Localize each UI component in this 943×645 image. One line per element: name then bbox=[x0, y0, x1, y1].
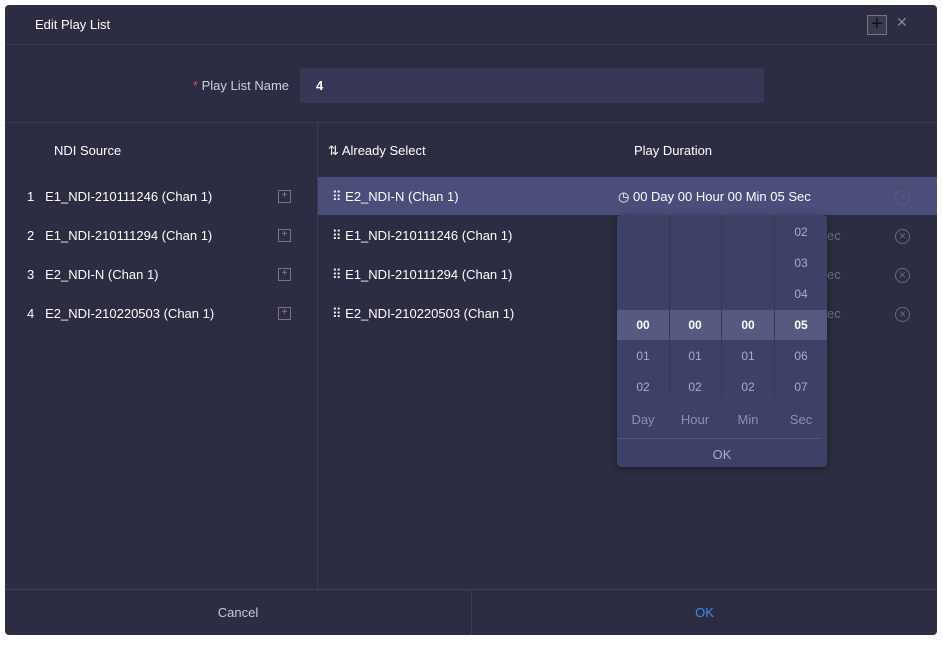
index: 4 bbox=[27, 306, 35, 321]
cancel-button[interactable]: Cancel bbox=[5, 590, 471, 635]
hour-column[interactable]: 00 01 02 bbox=[669, 215, 722, 397]
sec-column[interactable]: 02 03 04 05 06 07 bbox=[775, 215, 827, 397]
playlist-name-label: * Play List Name bbox=[155, 78, 289, 93]
duration-picker: 00 01 02 00 01 02 00 01 02 02 03 04 05 0… bbox=[617, 215, 827, 467]
item-name: E1_NDI-210111294 (Chan 1) bbox=[345, 267, 513, 282]
picker-value[interactable]: 05 bbox=[775, 318, 827, 332]
index: 1 bbox=[27, 189, 35, 204]
unit-label: Min bbox=[737, 412, 759, 427]
source-item[interactable]: 2 E1_NDI-210111294 (Chan 1) bbox=[27, 228, 212, 243]
picker-value[interactable]: 06 bbox=[775, 349, 827, 363]
ndi-source-header: NDI Source bbox=[54, 143, 122, 158]
index: 3 bbox=[27, 267, 35, 282]
ok-button[interactable]: OK bbox=[472, 590, 937, 635]
picker-value[interactable]: 01 bbox=[669, 349, 721, 363]
drag-handle-icon[interactable]: ⠿ bbox=[332, 228, 342, 243]
source-item[interactable]: 3 E2_NDI-N (Chan 1) bbox=[27, 267, 159, 282]
clock-icon: ◷ bbox=[618, 189, 630, 204]
add-icon[interactable]: + bbox=[278, 307, 291, 320]
picker-value[interactable]: 02 bbox=[617, 380, 669, 394]
item-name: E2_NDI-210220503 (Chan 1) bbox=[345, 306, 515, 321]
maximize-icon[interactable]: + bbox=[867, 14, 887, 35]
duration-text: ec bbox=[827, 228, 841, 243]
drag-handle-icon[interactable]: ⠿ bbox=[332, 189, 342, 204]
sort-icon: ⇅ bbox=[328, 143, 339, 158]
selected-item[interactable]: ⠿ E1_NDI-210111246 (Chan 1) bbox=[332, 228, 512, 244]
add-icon[interactable]: + bbox=[278, 190, 291, 203]
unit-label: Sec bbox=[789, 412, 813, 427]
picker-value[interactable]: 01 bbox=[617, 349, 669, 363]
edit-playlist-dialog: Edit Play List + ✕ * Play List Name 4 ND… bbox=[5, 5, 937, 635]
drag-handle-icon[interactable]: ⠿ bbox=[332, 306, 342, 321]
close-icon[interactable]: ✕ bbox=[896, 14, 908, 31]
source-name: E1_NDI-210111294 (Chan 1) bbox=[45, 228, 213, 243]
remove-icon[interactable]: ✕ bbox=[895, 229, 910, 244]
item-name: E2_NDI-N (Chan 1) bbox=[345, 189, 459, 204]
remove-icon[interactable]: ✕ bbox=[895, 190, 910, 205]
dialog-title: Edit Play List bbox=[35, 17, 111, 32]
add-icon[interactable]: + bbox=[278, 229, 291, 242]
source-item[interactable]: 4 E2_NDI-210220503 (Chan 1) bbox=[27, 306, 214, 321]
source-name: E2_NDI-210220503 (Chan 1) bbox=[45, 306, 215, 321]
picker-value[interactable]: 00 bbox=[617, 318, 669, 332]
picker-value[interactable]: 02 bbox=[775, 225, 827, 239]
source-name: E1_NDI-210111246 (Chan 1) bbox=[45, 189, 213, 204]
required-mark: * bbox=[192, 78, 198, 93]
picker-value[interactable]: 07 bbox=[775, 380, 827, 394]
picker-value[interactable]: 02 bbox=[669, 380, 721, 394]
drag-handle-icon[interactable]: ⠿ bbox=[332, 267, 342, 282]
selected-item[interactable]: ⠿ E1_NDI-210111294 (Chan 1) bbox=[332, 267, 512, 283]
duration-text: 00 Day 00 Hour 00 Min 05 Sec bbox=[632, 189, 811, 204]
source-item[interactable]: 1 E1_NDI-210111246 (Chan 1) bbox=[27, 189, 212, 204]
divider bbox=[617, 438, 820, 439]
remove-icon[interactable]: ✕ bbox=[895, 307, 910, 322]
picker-value[interactable]: 00 bbox=[669, 318, 721, 332]
picker-value[interactable]: 04 bbox=[775, 287, 827, 301]
min-column[interactable]: 00 01 02 bbox=[722, 215, 775, 397]
already-select-header[interactable]: ⇅ Already Select bbox=[328, 143, 426, 159]
add-icon[interactable]: + bbox=[278, 268, 291, 281]
day-column[interactable]: 00 01 02 bbox=[617, 215, 670, 397]
selected-item[interactable]: ⠿ E2_NDI-210220503 (Chan 1) bbox=[332, 306, 514, 322]
picker-value[interactable]: 03 bbox=[775, 256, 827, 270]
picker-ok-button[interactable]: OK bbox=[617, 447, 827, 462]
picker-value[interactable]: 02 bbox=[722, 380, 774, 394]
duration-text: ec bbox=[827, 267, 841, 282]
play-duration-header: Play Duration bbox=[634, 143, 713, 158]
divider bbox=[5, 44, 937, 45]
index: 2 bbox=[27, 228, 35, 243]
selected-item[interactable]: ⠿ E2_NDI-N (Chan 1) bbox=[332, 189, 459, 205]
label-text: Play List Name bbox=[201, 78, 289, 93]
dialog-footer: Cancel OK bbox=[5, 589, 937, 635]
unit-label: Day bbox=[631, 412, 655, 427]
unit-label: Hour bbox=[680, 412, 710, 427]
remove-icon[interactable]: ✕ bbox=[895, 268, 910, 283]
playlist-name-input[interactable]: 4 bbox=[300, 68, 764, 103]
duration-text: ec bbox=[827, 306, 841, 321]
duration-field[interactable]: ◷ 00 Day 00 Hour 00 Min 05 Sec bbox=[618, 189, 811, 205]
item-name: E1_NDI-210111246 (Chan 1) bbox=[345, 228, 513, 243]
header-text: Already Select bbox=[341, 143, 426, 158]
divider bbox=[5, 122, 937, 123]
picker-value[interactable]: 00 bbox=[722, 318, 774, 332]
source-name: E2_NDI-N (Chan 1) bbox=[45, 267, 159, 282]
picker-value[interactable]: 01 bbox=[722, 349, 774, 363]
